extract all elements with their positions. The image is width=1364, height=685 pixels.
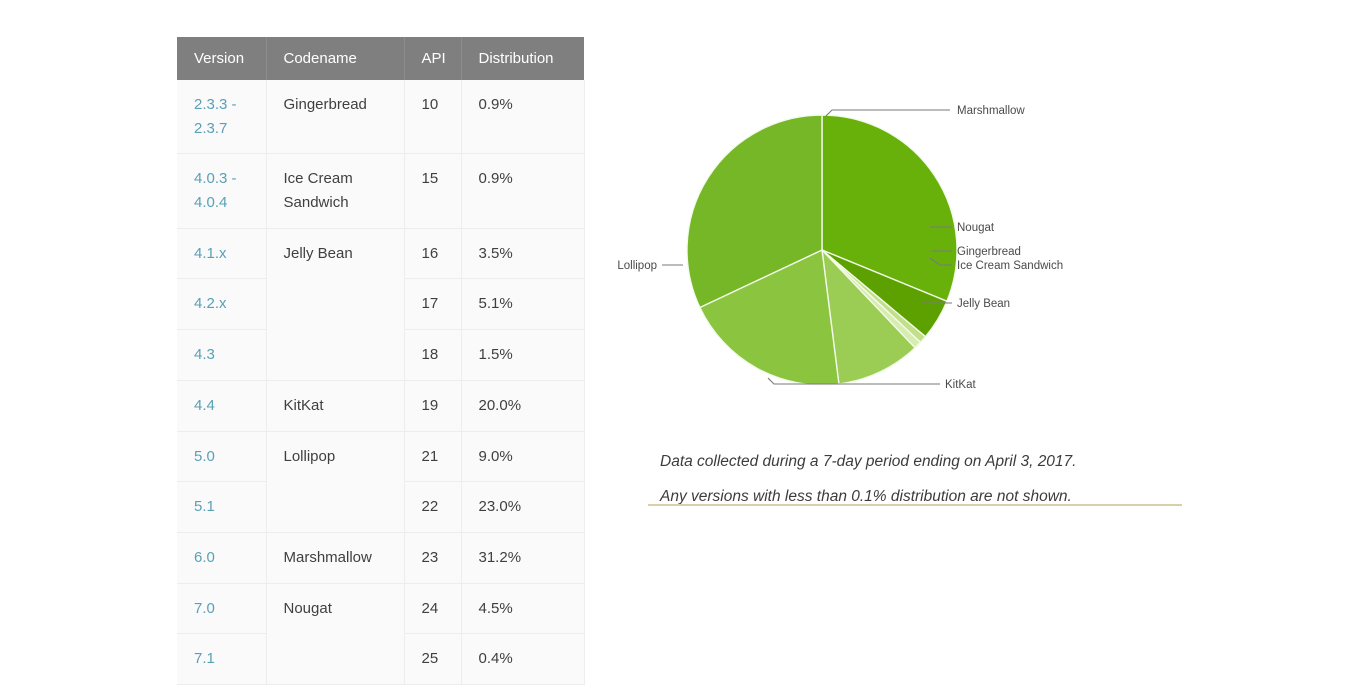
table-row: 7.0 Nougat 24 4.5% [177,583,585,685]
table-row: 4.0.3 - 4.0.4 Ice Cream Sandwich 15 0.9% [177,153,585,229]
cell-distribution: 0.9% [461,80,585,155]
pie-label-gingerbread: Gingerbread [957,246,1021,258]
table-body: 2.3.3 - 2.3.7 Gingerbread 10 0.9% 4.0.3 - 4.… [177,80,585,685]
version-link[interactable]: 6.0 [194,549,215,566]
cell-distribution: 31.2% [461,532,585,584]
cell-api-level: 10 [404,80,462,155]
leader-line-marshmallow [825,109,950,117]
cell-api-level: 22 [404,481,462,533]
cell-codename: KitKat [266,380,405,432]
table-row: 2.3.3 - 2.3.7 Gingerbread 10 0.9% [177,80,585,155]
pie-label-marshmallow: Marshmallow [957,105,1025,117]
cell-api-level: 17 [404,278,462,331]
cell-distribution: 23.0% [461,481,585,533]
android-distribution-pie-chart: Marshmallow Nougat Gingerbread Ice Cream… [600,80,1240,420]
cell-version: 4.3 [177,329,267,381]
cell-codename: Jelly Bean [266,228,405,381]
pie-label-ice-cream-sandwich: Ice Cream Sandwich [957,260,1063,272]
cell-codename: Lollipop [266,431,405,533]
column-header-version: Version [177,37,267,80]
version-link[interactable]: 5.0 [194,448,215,465]
pie-label-nougat: Nougat [957,222,995,234]
cell-version: 4.4 [177,380,267,432]
cell-distribution: 0.9% [461,153,585,229]
footnote-line-1: Data collected during a 7-day period end… [660,453,1077,470]
version-link[interactable]: 2.3.3 - 2.3.7 [194,96,237,137]
cell-codename: Nougat [266,583,405,685]
table-row: 5.0 Lollipop 21 9.0% [177,431,585,533]
column-header-api: API [404,37,462,80]
cell-api-level: 21 [404,431,462,483]
cell-distribution: 5.1% [461,278,585,331]
cell-distribution: 3.5% [461,228,585,280]
version-link[interactable]: 4.1.x [194,245,227,262]
cell-codename: Marshmallow [266,532,405,584]
table-row: 6.0 Marshmallow 23 31.2% [177,532,585,584]
column-header-codename: Codename [266,37,405,80]
cell-distribution: 0.4% [461,633,585,685]
cell-api-level: 24 [404,583,462,635]
cell-api-level: 19 [404,380,462,432]
cell-api-level: 18 [404,329,462,381]
cell-distribution: 20.0% [461,380,585,432]
version-link[interactable]: 4.3 [194,346,215,363]
pie-chart-svg: Marshmallow Nougat Gingerbread Ice Cream… [617,105,1063,391]
cell-version: 5.1 [177,481,267,533]
cell-version: 6.0 [177,532,267,584]
cell-version: 5.0 [177,431,267,483]
pie-label-kitkat: KitKat [945,379,976,391]
version-link[interactable]: 7.1 [194,650,215,667]
pie-label-jelly-bean: Jelly Bean [957,298,1010,310]
cell-version: 4.0.3 - 4.0.4 [177,153,267,229]
version-link[interactable]: 4.0.3 - 4.0.4 [194,170,237,211]
cell-codename: Ice Cream Sandwich [266,153,405,229]
cell-codename: Gingerbread [266,80,405,155]
table-row: 4.1.x Jelly Bean 16 3.5% [177,228,585,381]
cell-distribution: 1.5% [461,329,585,381]
cell-api-level: 25 [404,633,462,685]
cell-api-level: 15 [404,153,462,229]
cell-distribution: 9.0% [461,431,585,483]
cell-api-level: 16 [404,228,462,280]
pie-label-lollipop: Lollipop [617,260,657,272]
version-distribution-table: Version Codename API Distribution 2.3.3 … [177,37,585,685]
version-link[interactable]: 4.4 [194,397,215,414]
version-link[interactable]: 7.0 [194,600,215,617]
cell-version: 4.1.x [177,228,267,280]
pie-slice-group [686,114,958,386]
table-header-row: Version Codename API Distribution [177,37,584,80]
version-link[interactable]: 4.2.x [194,295,227,312]
cell-version: 7.1 [177,633,267,685]
table-row: 4.4 KitKat 19 20.0% [177,380,585,432]
version-link[interactable]: 5.1 [194,498,215,515]
column-header-distribution: Distribution [461,37,584,80]
cell-distribution: 4.5% [461,583,585,635]
cell-version: 4.2.x [177,278,267,331]
cell-api-level: 23 [404,532,462,584]
footnote-block: Data collected during a 7-day period end… [660,450,1190,521]
cell-version: 2.3.3 - 2.3.7 [177,80,267,155]
cell-version: 7.0 [177,583,267,635]
footnote-divider [648,504,1182,506]
